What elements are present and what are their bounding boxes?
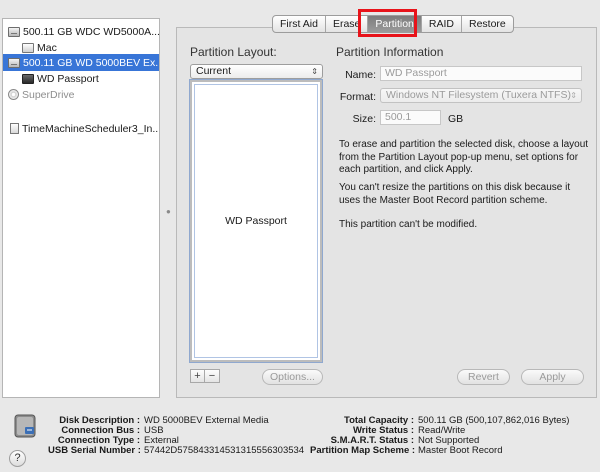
select-arrows-icon: ⇕	[311, 67, 318, 76]
split-view-handle[interactable]: ●	[166, 207, 171, 216]
sidebar-item-label: Mac	[37, 41, 57, 54]
volume-icon	[22, 42, 34, 53]
tab-raid[interactable]: RAID	[422, 16, 462, 32]
disk-image-icon	[10, 123, 19, 134]
tab-partition[interactable]: Partition	[368, 16, 422, 32]
hard-drive-icon	[8, 26, 20, 37]
disk-list-sidebar[interactable]: 500.11 GB WDC WD5000A... Mac 500.11 GB W…	[2, 18, 160, 398]
modify-notice: This partition can't be modified.	[339, 219, 478, 230]
sidebar-item-label: TimeMachineScheduler3_In...	[22, 122, 159, 135]
format-select[interactable]: Windows NT Filesystem (Tuxera NTFS) ⇕	[380, 88, 582, 103]
sidebar-item-wdc-disk[interactable]: 500.11 GB WDC WD5000A...	[3, 23, 159, 40]
partition-block-label: WD Passport	[225, 215, 287, 227]
size-label: Size:	[352, 113, 376, 125]
sidebar-item-label: 500.11 GB WDC WD5000A...	[23, 25, 159, 38]
sidebar-item-wd-external-disk[interactable]: 500.11 GB WD 5000BEV Ex...	[3, 54, 159, 71]
partition-layout-title: Partition Layout:	[190, 45, 277, 59]
partition-map-scheme-key: Partition Map Scheme :	[310, 445, 416, 456]
disk-info-left: Disk Description : WD 5000BEV External Me…	[48, 416, 304, 456]
tab-restore[interactable]: Restore	[462, 16, 513, 32]
tab-bar: First Aid Erase Partition RAID Restore	[272, 15, 514, 33]
partition-add-remove: + −	[190, 369, 220, 383]
sidebar-item-label: 500.11 GB WD 5000BEV Ex...	[23, 56, 159, 69]
usb-serial-value: 57442D575843314531315556303534	[144, 445, 305, 456]
format-value: Windows NT Filesystem (Tuxera NTFS)	[386, 89, 571, 101]
select-arrows-icon: ⇕	[570, 91, 577, 100]
partition-information-title: Partition Information	[336, 45, 444, 59]
tab-erase[interactable]: Erase	[326, 16, 369, 32]
size-unit: GB	[448, 113, 464, 125]
name-label: Name:	[345, 69, 376, 81]
remove-partition-button[interactable]: −	[205, 370, 219, 382]
partition-map-scheme-value: Master Boot Record	[418, 445, 503, 456]
sidebar-item-label: SuperDrive	[22, 88, 75, 101]
size-field[interactable]: 500.1	[380, 110, 441, 125]
apply-button[interactable]: Apply	[521, 369, 584, 385]
optical-drive-icon	[8, 89, 19, 100]
sidebar-item-disk-image[interactable]: TimeMachineScheduler3_In...	[3, 120, 159, 137]
volume-icon	[22, 73, 34, 84]
sidebar-item-wd-passport-volume[interactable]: WD Passport	[3, 70, 159, 87]
partition-layout-value: Current	[196, 65, 232, 77]
name-field[interactable]: WD Passport	[380, 66, 582, 81]
tab-first-aid[interactable]: First Aid	[273, 16, 326, 32]
resize-notice: You can't resize the partitions on this …	[339, 182, 571, 206]
usb-serial-key: USB Serial Number :	[48, 445, 141, 456]
revert-button[interactable]: Revert	[457, 369, 510, 385]
sidebar-item-superdrive[interactable]: SuperDrive	[3, 86, 159, 103]
options-button[interactable]: Options...	[262, 369, 323, 385]
hard-drive-icon	[8, 57, 20, 68]
disk-info-right: Total Capacity :500.11 GB (500,107,862,0…	[310, 416, 569, 456]
add-partition-button[interactable]: +	[191, 370, 205, 382]
partition-block[interactable]: WD Passport	[194, 84, 318, 358]
external-drive-icon	[14, 414, 36, 438]
help-button[interactable]: ?	[9, 450, 26, 467]
format-label: Format:	[339, 91, 376, 103]
partition-instructions: To erase and partition the selected disk…	[339, 139, 589, 175]
sidebar-item-label: WD Passport	[37, 72, 99, 85]
partition-map: WD Passport	[189, 79, 323, 363]
partition-layout-select[interactable]: Current ⇕	[190, 64, 323, 79]
